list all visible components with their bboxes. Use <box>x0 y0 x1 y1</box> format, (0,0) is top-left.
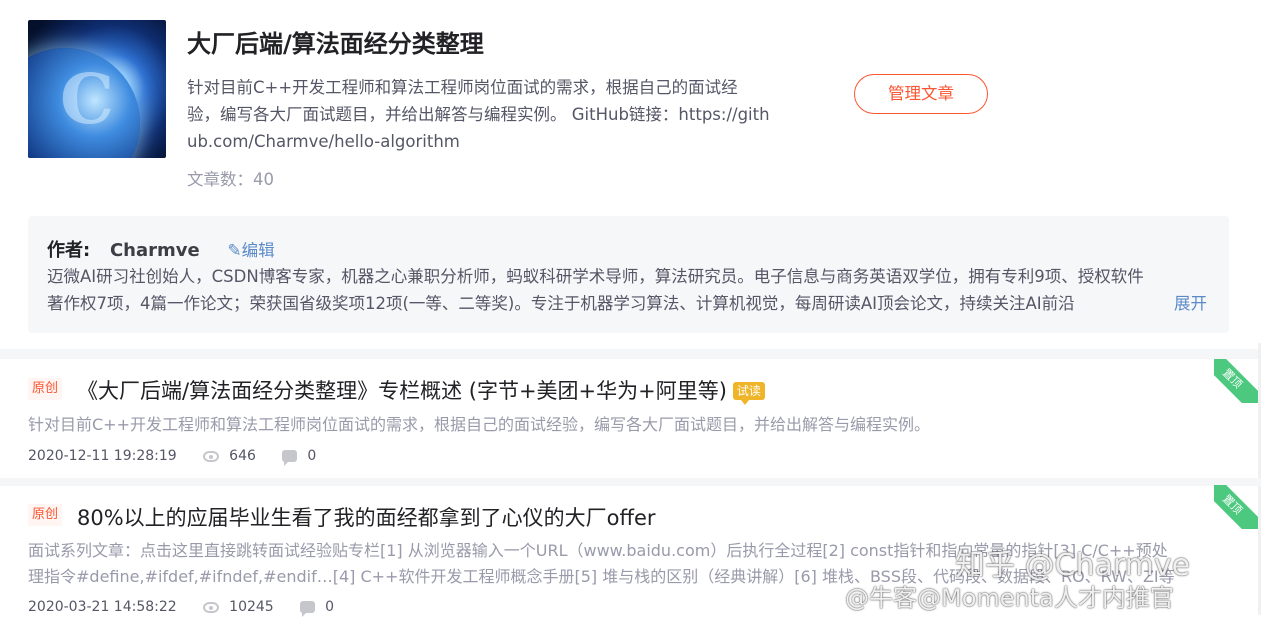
column-description-line: 验，编写各大厂面试题目，并给出解答与编程实例。 GitHub链接：https:/… <box>187 105 770 124</box>
author-line: 作者: Charmve ✎编辑 <box>47 236 275 262</box>
author-bio-line: 著作权7项，4篇一作论文；荣获国省级奖项12项(一等、二等奖)。专注于机器学习算… <box>47 294 1075 313</box>
column-description-line: ub.com/Charmve/hello-algorithm <box>187 132 460 151</box>
author-bio-line: 迈微AI研习社创始人，CSDN博客专家，机器之心兼职分析师，蚂蚁科研学术导师，算… <box>47 267 1144 286</box>
original-tag: 原创 <box>28 378 63 400</box>
pinned-label: 置顶 <box>1214 485 1258 529</box>
cover-logo-letter: C <box>60 60 115 140</box>
article-count-label: 文章数： <box>187 170 253 189</box>
author-label: 作者: <box>47 240 91 261</box>
comment-icon <box>300 601 316 617</box>
section-divider <box>0 349 1261 359</box>
article-meta: 2020-12-11 19:28:19 646 0 <box>28 448 317 466</box>
article-title[interactable]: 80%以上的应届毕业生看了我的面经都拿到了心仪的大厂offer <box>77 502 656 532</box>
trial-read-badge: 试读 <box>732 382 765 405</box>
comment-icon <box>282 450 298 466</box>
article-desc: 针对目前C++开发工程师和算法工程师岗位面试的需求，根据自己的面试经验，编写各大… <box>28 415 930 434</box>
manage-articles-button[interactable]: 管理文章 <box>854 74 988 114</box>
article-title[interactable]: 《大厂后端/算法面经分类整理》专栏概述 (字节+美团+华为+阿里等) 试读 <box>77 375 765 405</box>
article-count: 文章数：40 <box>187 166 274 190</box>
author-box: 作者: Charmve ✎编辑 迈微AI研习社创始人，CSDN博客专家，机器之心… <box>28 216 1229 333</box>
column-title: 大厂后端/算法面经分类整理 <box>187 30 484 58</box>
edit-author-link[interactable]: ✎编辑 <box>227 241 275 261</box>
pencil-icon: ✎ <box>227 241 242 261</box>
author-bio: 迈微AI研习社创始人，CSDN博客专家，机器之心兼职分析师，蚂蚁科研学术导师，算… <box>47 263 1217 317</box>
article-date: 2020-03-21 14:58:22 <box>28 599 177 615</box>
article-item[interactable]: 置顶 原创 《大厂后端/算法面经分类整理》专栏概述 (字节+美团+华为+阿里等)… <box>0 359 1258 479</box>
article-date: 2020-12-11 19:28:19 <box>28 448 177 464</box>
pinned-ribbon: 置顶 <box>1214 485 1258 529</box>
pinned-label: 置顶 <box>1214 359 1258 403</box>
eye-icon <box>203 602 220 613</box>
eye-icon <box>203 451 220 462</box>
original-tag: 原创 <box>28 504 63 526</box>
nowcoder-watermark: @牛客@Momenta人才内推官 <box>845 584 1174 612</box>
column-cover-image[interactable]: C <box>28 20 166 158</box>
pinned-ribbon: 置顶 <box>1214 359 1258 403</box>
article-meta: 2020-03-21 14:58:22 10245 0 <box>28 599 335 617</box>
view-count: 10245 <box>229 599 274 615</box>
comment-count: 0 <box>325 599 335 615</box>
view-count: 646 <box>229 448 256 464</box>
edit-label: 编辑 <box>241 241 275 260</box>
author-bio-line-truncated: 著作权7项，4篇一作论文；荣获国省级奖项12项(一等、二等奖)。专注于机器学习算… <box>47 290 1207 317</box>
article-title-text: 《大厂后端/算法面经分类整理》专栏概述 (字节+美团+华为+阿里等) <box>77 379 727 403</box>
article-count-value: 40 <box>253 170 274 189</box>
column-description-line: 针对目前C++开发工程师和算法工程师岗位面试的需求，根据自己的面试经 <box>187 78 738 97</box>
column-description: 针对目前C++开发工程师和算法工程师岗位面试的需求，根据自己的面试经 验，编写各… <box>187 74 787 155</box>
bio-fade <box>1087 290 1147 317</box>
expand-bio-link[interactable]: 展开 <box>1170 290 1207 317</box>
comment-count: 0 <box>307 448 317 464</box>
author-name[interactable]: Charmve <box>110 240 200 261</box>
